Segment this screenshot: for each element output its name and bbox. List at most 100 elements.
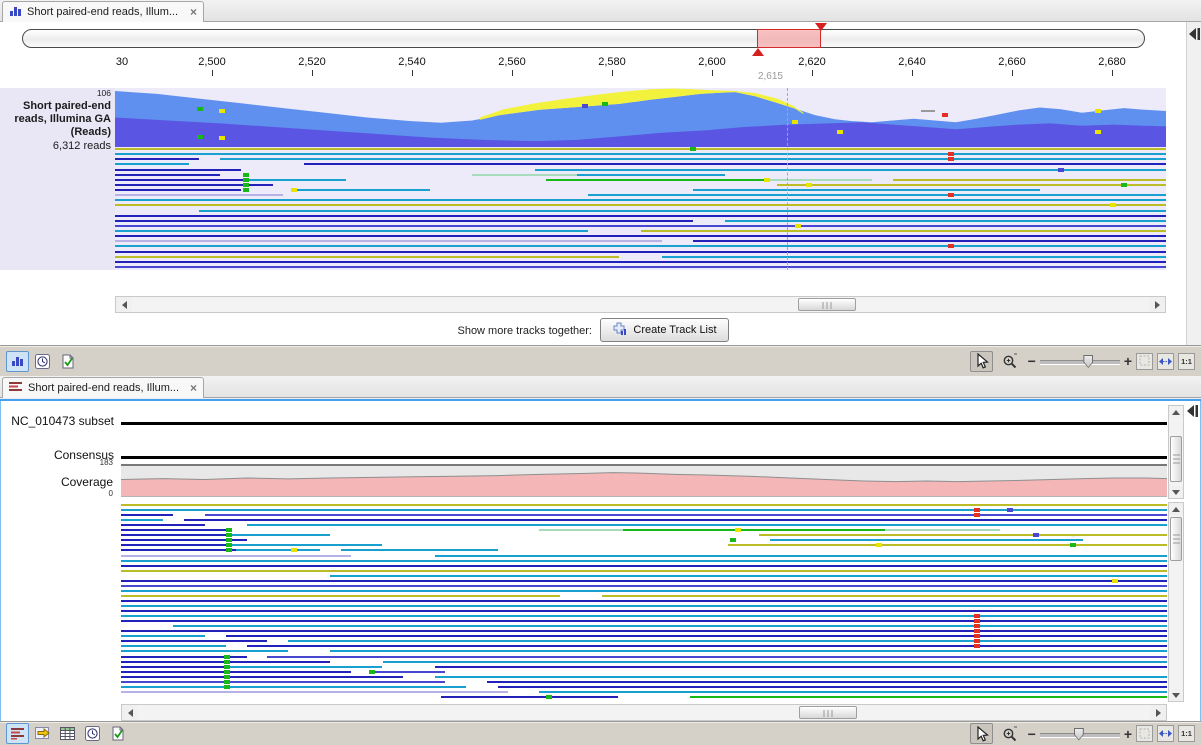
scroll-left-icon[interactable] [116,297,132,312]
variant-marker [1095,130,1101,134]
mismatch-marker [974,634,980,638]
reads-view[interactable] [115,147,1166,270]
zoom-100-button[interactable]: 1:1 [1178,725,1195,742]
read-segment [725,220,1166,222]
ruler-tick [712,70,713,76]
scroll-right-icon[interactable] [1150,705,1166,720]
zoom-out-button[interactable]: − [1028,727,1036,741]
mismatch-marker [224,670,230,674]
reference-sequence-line[interactable] [121,422,1167,425]
history-icon[interactable] [81,723,104,744]
tab-reads-alignment[interactable]: Short paired-end reads, Illum... × [2,377,204,398]
sidebar-collapse-icon[interactable] [1187,405,1198,420]
read-segment [121,519,163,521]
read-segment [121,565,1167,567]
sidebar-collapse-icon[interactable] [1189,28,1200,43]
read-segment [115,194,283,196]
v-scrollbar-consensus[interactable] [1168,405,1184,499]
ruler-tick-label: 2,540 [398,56,426,68]
read-segment [205,514,1167,516]
alignment-view-icon[interactable] [6,723,29,744]
mismatch-marker [764,178,770,182]
zoom-in-button[interactable]: + [1124,354,1132,368]
read-segment [441,696,618,698]
ruler-tick-label: 2,640 [898,56,926,68]
tab-coverage-track[interactable]: Short paired-end reads, Illum... × [2,1,204,22]
zoom-out-button[interactable]: − [1028,354,1036,368]
h-scrollbar[interactable] [115,296,1166,313]
read-segment [220,158,1166,160]
scroll-thumb[interactable] [1170,436,1182,482]
table-view-icon[interactable] [56,723,79,744]
variant-marker [197,107,203,111]
scroll-thumb[interactable] [798,298,856,311]
read-segment [121,640,267,642]
read-segment [539,691,1167,693]
zoom-in-button[interactable]: + [1124,727,1132,741]
overview-navigator[interactable] [22,29,1145,48]
read-segment [121,514,173,516]
mismatch-marker [876,543,882,547]
track-label-panel: 106 Short paired-end reads, Illumina GA … [0,88,115,270]
pointer-tool-icon[interactable] [970,723,993,744]
tab-label: Short paired-end reads, Illum... [28,382,179,394]
read-segment [121,605,1167,607]
read-segment [115,245,1166,247]
coverage-track-view-panel: Short paired-end reads, Illum... × 302,5… [0,0,1201,376]
h-scrollbar[interactable] [121,704,1167,721]
zoom-to-selection-icon[interactable] [1136,725,1153,742]
read-segment [115,189,241,191]
read-segment [121,590,1167,592]
read-segment [121,630,1167,632]
zoom-slider[interactable] [1040,726,1120,742]
selection-handle-right[interactable] [815,23,827,31]
read-segment [115,169,241,171]
reads-alignment-view[interactable] [121,503,1167,700]
history-icon[interactable] [31,351,54,372]
variant-marker [1095,109,1101,113]
position-ruler: 302,5002,5202,5402,5602,5802,6002,6202,6… [0,56,1166,86]
read-segment [121,635,205,637]
reads-alignment-view-panel: Short paired-end reads, Illum... × NC_01… [0,376,1201,745]
zoom-to-selection-icon[interactable] [1136,353,1153,370]
read-segment [693,240,1166,242]
scroll-up-icon[interactable] [1169,503,1183,515]
annotation-view-icon[interactable] [31,723,54,744]
scroll-up-icon[interactable] [1169,406,1183,418]
tab-close-icon[interactable]: × [190,381,197,395]
read-segment [246,179,346,181]
zoom-slider[interactable] [1040,353,1120,369]
zoom-100-button[interactable]: 1:1 [1178,353,1195,370]
scroll-down-icon[interactable] [1169,486,1183,498]
pointer-tool-icon[interactable] [970,351,993,372]
coverage-chart[interactable] [121,464,1167,497]
element-info-icon[interactable] [106,723,129,744]
scroll-thumb[interactable] [1170,517,1182,561]
v-scrollbar-reads[interactable] [1168,502,1184,702]
consensus-sequence-line[interactable] [121,456,1167,459]
read-segment [121,610,1167,612]
coverage-graph[interactable] [115,88,1166,147]
mismatch-marker [1033,533,1039,537]
read-segment [121,529,226,531]
scroll-down-icon[interactable] [1169,689,1183,701]
mismatch-marker [974,624,980,628]
ruler-tick-label: 2,620 [798,56,826,68]
ruler-tick-label: 2,660 [998,56,1026,68]
read-segment [173,625,1167,627]
element-info-icon[interactable] [56,351,79,372]
scroll-right-icon[interactable] [1149,297,1165,312]
mismatch-marker [795,224,801,228]
fit-width-icon[interactable] [1157,725,1174,742]
create-track-list-button[interactable]: Create Track List [600,318,729,342]
track-view-icon[interactable] [6,351,29,372]
overview-selection[interactable] [757,29,821,48]
tab-close-icon[interactable]: × [190,5,197,19]
zoom-tool-icon[interactable] [999,723,1022,744]
scroll-left-icon[interactable] [122,705,138,720]
fit-width-icon[interactable] [1157,353,1174,370]
variant-marker [582,104,588,108]
zoom-tool-icon[interactable] [999,351,1022,372]
scroll-thumb[interactable] [799,706,857,719]
selection-handle-left[interactable] [752,48,764,56]
